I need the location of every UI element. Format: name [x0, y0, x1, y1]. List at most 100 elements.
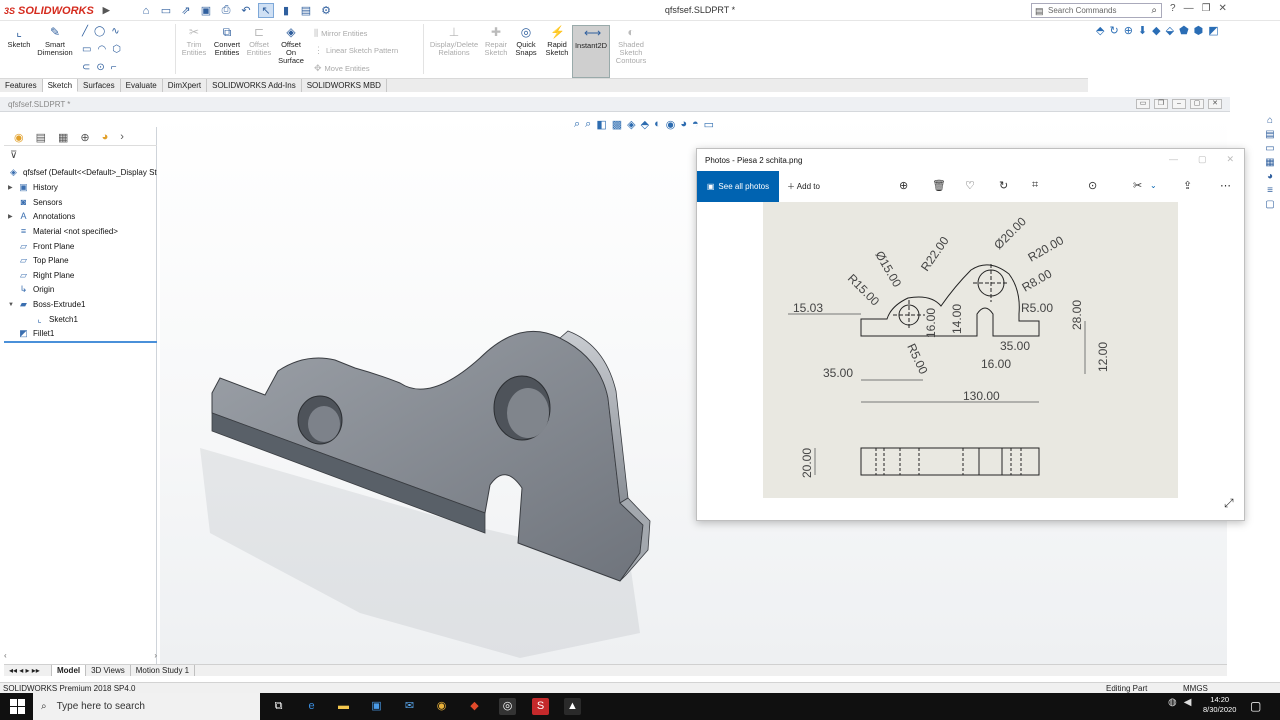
rotate-icon[interactable]: ↻ [1109, 24, 1118, 37]
view-palette-icon[interactable]: ▦ [1265, 157, 1274, 168]
tab-evaluate[interactable]: Evaluate [121, 79, 163, 92]
help-icon[interactable]: ? [1170, 3, 1176, 14]
crop-icon[interactable]: ⌗ [1032, 179, 1038, 192]
forum-icon[interactable]: ▢ [1265, 199, 1274, 210]
delete-icon[interactable]: 🗑 [932, 179, 946, 192]
dynamic-annotation-icon[interactable]: ◈ [627, 118, 635, 131]
sketch-button[interactable]: ⌞ Sketch [6, 25, 32, 49]
chevron-down-icon[interactable]: ⌄ [1150, 181, 1157, 190]
share-icon[interactable]: ⇪ [1183, 179, 1192, 192]
solidworks-taskbar-icon[interactable]: S [532, 698, 549, 715]
dimxpert-manager-tab-icon[interactable]: ⊕ [80, 131, 89, 144]
tab-features[interactable]: Features [0, 79, 43, 92]
chevron-right-icon[interactable]: › [120, 131, 124, 143]
file-explorer-icon[interactable]: ▭ [1265, 143, 1274, 154]
tree-item-right-plane[interactable]: ▱ Right Plane [8, 270, 74, 281]
see-all-photos-button[interactable]: ▣ See all photos [697, 171, 779, 202]
edit-appearance-hud-icon[interactable]: ◕ [680, 118, 687, 131]
tree-scrollbar[interactable]: ‹ › [4, 651, 157, 661]
section-icon[interactable]: ⬇ [1138, 24, 1147, 37]
arc-icon[interactable]: ◠ [97, 44, 106, 55]
photos-app-window[interactable]: Photos - Piesa 2 schita.png — ▢ ✕ ▣ See a… [696, 148, 1245, 521]
zoom-icon[interactable]: ⊕ [899, 179, 908, 192]
photos-close-icon[interactable]: ✕ [1226, 154, 1234, 165]
add-to-button[interactable]: ＋ Add to [787, 181, 820, 192]
mirror-entities-button[interactable]: ⫼ Mirror Entities [314, 28, 367, 39]
fillet-sketch-icon[interactable]: ⌐ [111, 62, 117, 73]
restore-icon[interactable]: ❐ [1202, 3, 1211, 14]
tab-motion-study[interactable]: Motion Study 1 [131, 665, 196, 676]
convert-entities-button[interactable]: ⧉ Convert Entities [211, 25, 243, 57]
display-manager-tab-icon[interactable]: ◕ [102, 131, 109, 143]
enhance-icon[interactable]: ⊙ [1088, 179, 1097, 192]
linear-pattern-button[interactable]: ⋮ Linear Sketch Pattern [314, 45, 398, 56]
tab-sketch[interactable]: Sketch [42, 79, 79, 92]
hide-show-icon[interactable]: ⬢ [1194, 24, 1204, 37]
tab-scroll-arrows[interactable]: ◂◂ ◂ ▸ ▸▸ [4, 665, 52, 676]
doc-maximize-icon[interactable]: ▢ [1190, 99, 1204, 109]
solidworks-resources-icon[interactable]: ⌂ [1267, 115, 1273, 126]
tab-surfaces[interactable]: Surfaces [78, 79, 121, 92]
move-entities-button[interactable]: ✥ Move Entities [314, 63, 370, 74]
filter-icon[interactable]: ⊽ [10, 150, 17, 161]
smart-dimension-button[interactable]: ✎ Smart Dimension [36, 25, 74, 57]
mail-icon[interactable]: ✉ [401, 698, 418, 715]
offset-entities-button[interactable]: ⊏ Offset Entities [245, 25, 273, 57]
edge-icon[interactable]: e [303, 698, 320, 715]
windows-start-icon[interactable] [10, 699, 25, 714]
rapid-sketch-button[interactable]: ⚡ Rapid Sketch [543, 25, 571, 57]
volume-icon[interactable]: ◀ [1184, 697, 1192, 708]
taskbar-clock[interactable]: 14:20 8/30/2020 [1203, 695, 1236, 715]
line-icon[interactable]: ╱ [82, 26, 88, 37]
favorite-heart-icon[interactable]: ♡ [965, 179, 975, 192]
hide-show-hud-icon[interactable]: ◉ [666, 118, 676, 131]
tree-item-annotations[interactable]: ▶ A Annotations [8, 211, 75, 222]
collapse-icon[interactable]: ▼ [8, 302, 14, 308]
expand-icon[interactable]: ⤢ [1224, 496, 1234, 511]
doc-close-icon[interactable]: ✕ [1208, 99, 1222, 109]
doc-minimize-icon[interactable]: – [1172, 99, 1186, 109]
minimize-icon[interactable]: — [1184, 3, 1194, 14]
photos-taskbar-icon[interactable]: ▲ [564, 698, 581, 715]
tab-addins[interactable]: SOLIDWORKS Add-Ins [207, 79, 302, 92]
search-commands-input[interactable]: ▤ Search Commands ⌕ [1031, 3, 1162, 18]
view-settings-icon[interactable]: ▭ [704, 118, 714, 131]
view-orientation-icon[interactable]: ⬘ [1096, 24, 1104, 37]
polygon-icon[interactable]: ⬡ [112, 44, 121, 55]
design-library-icon[interactable]: ▤ [1265, 129, 1274, 140]
spline-icon[interactable]: ∿ [111, 26, 119, 37]
rectangle-icon[interactable]: ▭ [82, 44, 91, 55]
task-view-icon[interactable]: ⧉ [270, 698, 287, 715]
point-icon[interactable]: ⊙ [96, 62, 104, 73]
tile-icon[interactable]: ▭ [1136, 99, 1150, 109]
scene-icon[interactable]: ⬟ [1179, 24, 1189, 37]
expand-icon[interactable]: ▶ [8, 213, 14, 220]
appearances-icon[interactable]: ◕ [1267, 171, 1273, 182]
taskbar-search-box[interactable]: ⌕ Type here to search [33, 693, 260, 720]
offset-on-surface-button[interactable]: ◈ Offset On Surface [277, 25, 305, 65]
tree-item-material[interactable]: ≡ Material <not specified> [8, 226, 118, 237]
feature-manager-tab-icon[interactable]: ◉ [14, 131, 24, 144]
shaded-sketch-contours-button[interactable]: ◐ Shaded Sketch Contours [613, 25, 649, 65]
photos-minimize-icon[interactable]: — [1169, 154, 1178, 165]
quick-snaps-button[interactable]: ◎ Quick Snaps [513, 25, 539, 57]
display-style-hud-icon[interactable]: ◐ [654, 118, 661, 131]
configuration-manager-tab-icon[interactable]: ▦ [58, 131, 68, 144]
close-icon[interactable]: ✕ [1219, 3, 1227, 14]
tree-item-front-plane[interactable]: ▱ Front Plane [8, 241, 74, 252]
tree-root[interactable]: ◈ qfsfsef (Default<<Default>_Display St [8, 167, 157, 178]
display-delete-relations-button[interactable]: ⊥ Display/Delete Relations [428, 25, 480, 57]
repair-sketch-button[interactable]: ✚ Repair Sketch [483, 25, 509, 57]
slot-icon[interactable]: ⊂ [82, 62, 90, 73]
tree-item-boss-extrude[interactable]: ▼ ▰ Boss-Extrude1 [8, 299, 85, 310]
chrome-icon[interactable]: ◉ [433, 698, 450, 715]
store-icon[interactable]: ▣ [368, 698, 385, 715]
section-view-icon[interactable]: ▩ [612, 118, 622, 131]
obs-icon[interactable]: ◎ [499, 698, 516, 715]
network-icon[interactable]: ◍ [1168, 697, 1177, 708]
appearance-icon[interactable]: ⬙ [1166, 24, 1174, 37]
edit-appearance-icon[interactable]: ◩ [1208, 24, 1218, 37]
tree-item-history[interactable]: ▶ ▣ History [8, 182, 58, 193]
expand-icon[interactable]: ▶ [8, 184, 14, 191]
search-icon[interactable]: ⌕ [1151, 5, 1157, 16]
